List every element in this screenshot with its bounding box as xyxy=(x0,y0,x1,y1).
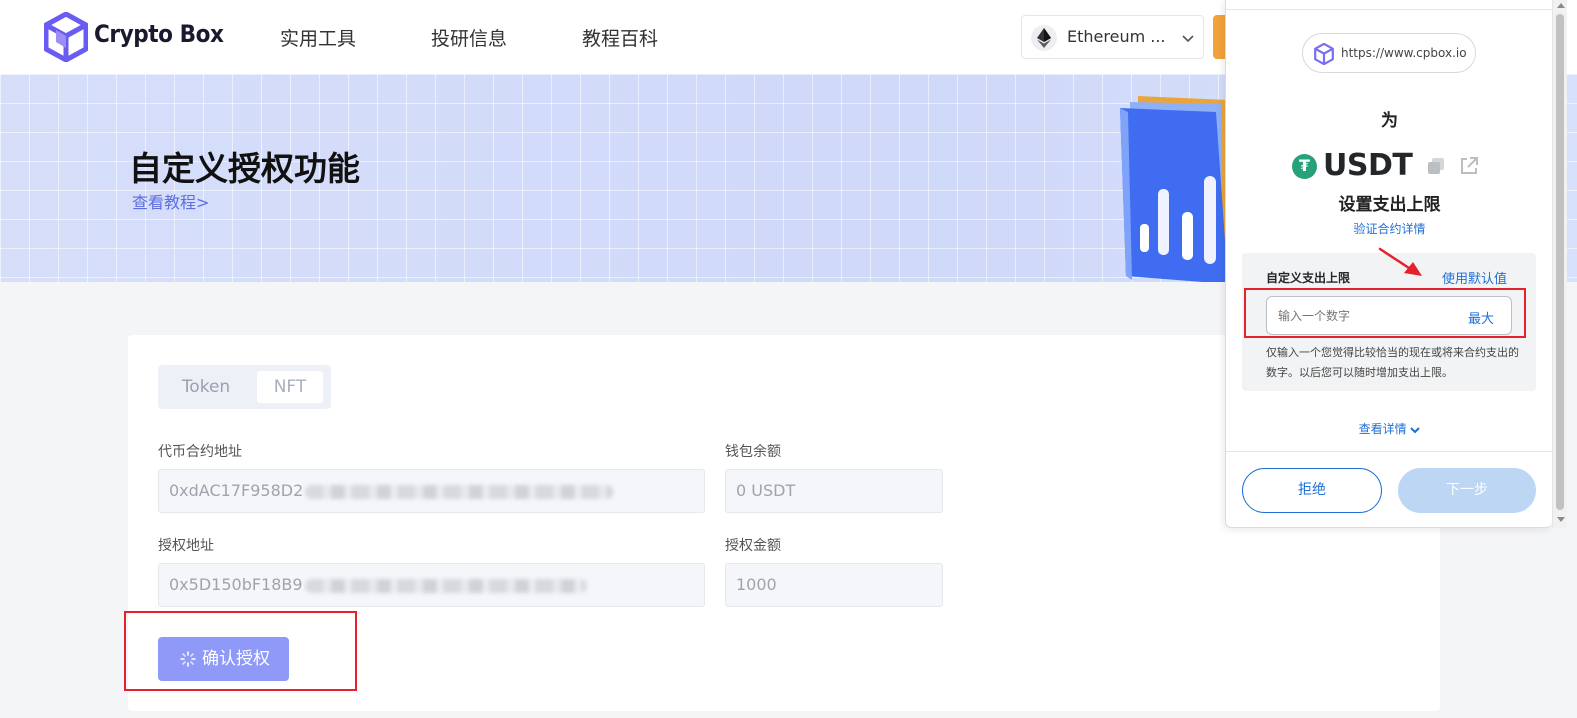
nav-tools[interactable]: 实用工具 xyxy=(280,24,356,51)
red-arrow-annotation-icon xyxy=(1378,247,1422,276)
network-select[interactable]: Ethereum ... xyxy=(1021,15,1204,59)
chevron-down-icon xyxy=(1182,35,1194,43)
scroll-up-arrow-icon[interactable] xyxy=(1557,3,1565,8)
network-label: Ethereum ... xyxy=(1067,27,1166,46)
asset-type-tabs: Token NFT xyxy=(158,365,331,409)
divider xyxy=(1226,451,1552,452)
token-row: ₮ USDT xyxy=(1292,148,1492,188)
copy-icon[interactable] xyxy=(1426,156,1446,176)
spender-address-label: 授权地址 xyxy=(158,538,214,554)
tab-token[interactable]: Token xyxy=(166,371,246,403)
nav-research[interactable]: 投研信息 xyxy=(431,24,507,51)
contract-address-label: 代币合约地址 xyxy=(158,444,242,460)
spend-limit-title: 设置支出上限 xyxy=(1338,195,1441,215)
highlight-box-limit-input xyxy=(1244,288,1526,338)
tether-icon: ₮ xyxy=(1292,154,1317,179)
wallet-balance-label: 钱包余额 xyxy=(725,444,781,460)
spender-address-field[interactable]: 0x5D150bF18B9 xyxy=(158,563,705,607)
contract-address-field[interactable]: 0xdAC17F958D2 xyxy=(158,469,705,513)
approval-amount-label: 授权金额 xyxy=(725,538,781,554)
tab-nft[interactable]: NFT xyxy=(257,371,323,403)
divider xyxy=(1226,9,1552,10)
crypto-box-logo-icon[interactable] xyxy=(44,12,88,62)
highlight-box-confirm xyxy=(124,611,357,691)
reject-button[interactable]: 拒绝 xyxy=(1242,468,1382,513)
next-button[interactable]: 下一步 xyxy=(1398,468,1536,513)
popup-scrollbar[interactable] xyxy=(1552,0,1567,528)
spender-address-value: 0x5D150bF18B9 xyxy=(169,575,303,594)
limit-help-text: 仅输入一个您觉得比较恰当的现在或将来合约支出的数字。以后您可以随时增加支出上限。 xyxy=(1266,346,1519,379)
chart-illustration-icon xyxy=(1120,96,1228,282)
for-label: 为 xyxy=(1381,111,1398,131)
redacted-text xyxy=(305,484,614,499)
approval-amount-field[interactable]: 1000 xyxy=(725,563,943,607)
page-title: 自定义授权功能 xyxy=(129,149,360,188)
wallet-balance-field: 0 USDT xyxy=(725,469,943,513)
scroll-down-arrow-icon[interactable] xyxy=(1557,517,1565,522)
scroll-thumb[interactable] xyxy=(1556,14,1564,510)
redacted-text xyxy=(304,578,587,593)
nav-tutorials[interactable]: 教程百科 xyxy=(582,24,658,51)
site-origin-url: https://www.cpbox.io xyxy=(1341,46,1467,60)
ethereum-icon xyxy=(1031,25,1057,51)
token-symbol: USDT xyxy=(1323,148,1413,183)
cpbox-logo-icon xyxy=(1314,43,1334,65)
custom-limit-label: 自定义支出上限 xyxy=(1266,271,1351,285)
site-origin-pill: https://www.cpbox.io xyxy=(1302,33,1476,73)
chevron-down-icon xyxy=(1410,426,1421,433)
contract-address-value: 0xdAC17F958D2 xyxy=(169,481,304,500)
external-link-icon[interactable] xyxy=(1458,155,1480,177)
view-details-label: 查看详情 xyxy=(1358,422,1407,436)
verify-contract-link[interactable]: 验证合约详情 xyxy=(1226,220,1552,237)
use-default-link[interactable]: 使用默认值 xyxy=(1442,268,1507,287)
view-details-toggle[interactable]: 查看详情 xyxy=(1226,420,1552,437)
tutorial-link[interactable]: 查看教程> xyxy=(132,189,209,213)
brand-name[interactable]: Crypto Box xyxy=(94,20,224,48)
